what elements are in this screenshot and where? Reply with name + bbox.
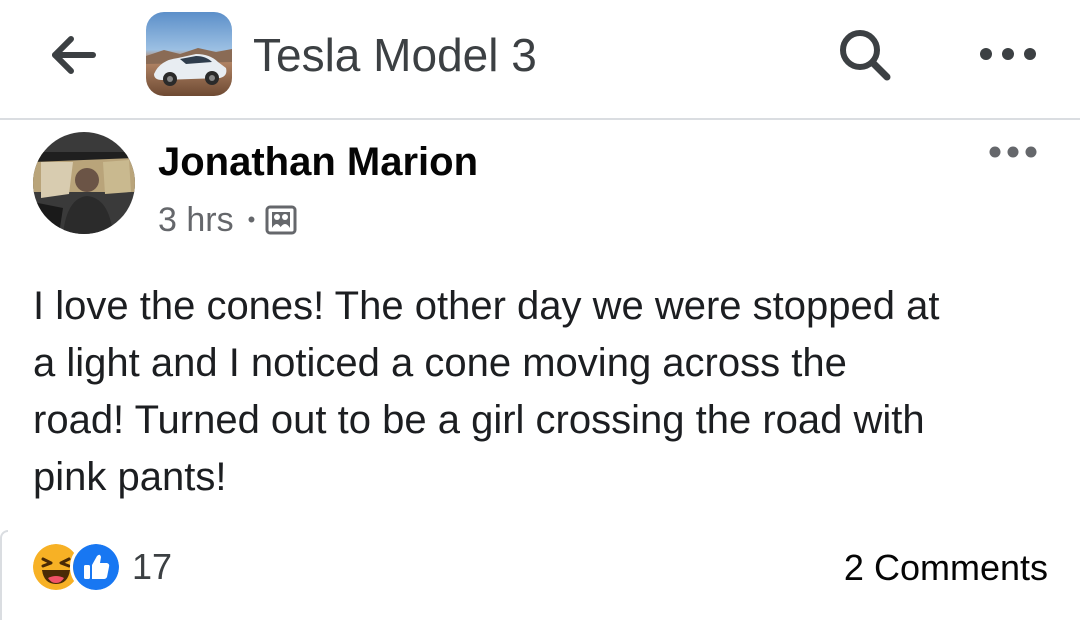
- post-timestamp[interactable]: 3 hrs: [158, 201, 234, 240]
- search-icon: [840, 30, 891, 81]
- comments-count-link[interactable]: 2 Comments: [844, 546, 1048, 590]
- group-audience-icon: [265, 204, 297, 236]
- group-thumbnail[interactable]: [146, 12, 232, 96]
- reaction-count: 17: [132, 546, 173, 587]
- reaction-summary[interactable]: 17: [30, 541, 173, 593]
- card-edge: [0, 530, 8, 620]
- group-header: Tesla Model 3: [0, 0, 1080, 120]
- search-button[interactable]: [830, 24, 900, 86]
- post-text-line: road! Turned out to be a girl crossing t…: [33, 398, 925, 442]
- avatar[interactable]: [33, 132, 135, 234]
- author-photo: [33, 132, 135, 234]
- back-button[interactable]: [42, 28, 106, 82]
- post-text-line: a light and I noticed a cone moving acro…: [33, 341, 847, 385]
- post-body-text: I love the cones! The other day we were …: [33, 278, 1063, 506]
- meta-separator: •: [247, 207, 256, 232]
- group-title[interactable]: Tesla Model 3: [253, 27, 537, 83]
- more-horizontal-icon: [989, 146, 1037, 158]
- more-horizontal-icon: [980, 48, 1036, 60]
- post-text-line: I love the cones! The other day we were …: [33, 284, 940, 328]
- like-reaction-icon: [70, 541, 122, 593]
- author-name[interactable]: Jonathan Marion: [158, 138, 478, 186]
- tesla-car-image: [146, 12, 232, 96]
- post-meta: 3 hrs •: [158, 198, 297, 242]
- arrow-left-icon: [52, 36, 96, 74]
- post-more-button[interactable]: [978, 136, 1048, 168]
- post-text-line: pink pants!: [33, 455, 227, 499]
- header-more-button[interactable]: [968, 34, 1048, 74]
